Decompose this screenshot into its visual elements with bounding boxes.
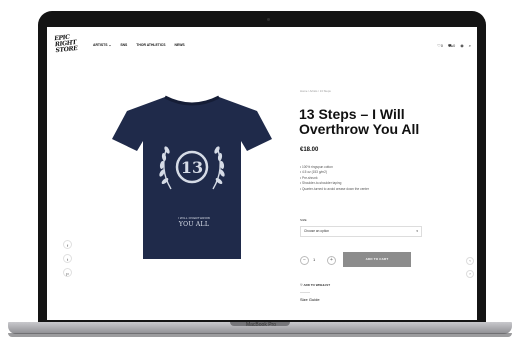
add-to-cart-button[interactable]: ADD TO CART xyxy=(343,252,411,267)
nav-item-news[interactable]: NEWS xyxy=(175,43,185,47)
site-logo[interactable]: EPIC RIGHT STORE xyxy=(54,34,80,56)
laptop-mockup: EPIC RIGHT STORE ARTISTS ⌄ SNS THOR ATHL… xyxy=(0,0,520,338)
quantity-decrement-button[interactable]: − xyxy=(300,256,309,265)
wishlist-label: ADD TO WISHLIST xyxy=(303,283,331,287)
search-icon[interactable]: ⌕ xyxy=(469,43,471,49)
camera-icon xyxy=(267,18,270,21)
size-label: SIZE xyxy=(300,218,307,222)
laptop-shadow xyxy=(8,333,512,337)
facebook-icon[interactable]: f xyxy=(63,240,72,249)
product-title: 13 Steps – I Will Overthrow You All xyxy=(299,106,420,137)
cart-icon[interactable]: ⛟0 xyxy=(448,43,455,49)
chevron-down-icon[interactable]: › xyxy=(466,270,474,278)
product-price: €18.00 xyxy=(300,147,319,153)
size-select[interactable]: Choose an option ▾ xyxy=(300,226,422,237)
size-select-value: Choose an option xyxy=(304,229,329,233)
quantity-increment-button[interactable]: + xyxy=(327,256,336,265)
account-icon[interactable]: ◉ xyxy=(460,43,464,49)
shirt-emblem-line1: I WILL OVERTHROW xyxy=(177,216,211,220)
wishlist-count: 0 xyxy=(440,43,443,48)
chevron-down-icon: ⌄ xyxy=(108,43,112,47)
shirt-emblem-line2: YOU ALL xyxy=(178,221,210,228)
product-image[interactable]: 13 I WILL OVERTHROW YOU ALL xyxy=(107,89,277,264)
twitter-icon[interactable]: t xyxy=(63,254,72,263)
quantity-value[interactable]: 1 xyxy=(313,257,315,262)
divider xyxy=(300,292,310,293)
logo-line: STORE xyxy=(55,44,78,55)
wishlist-icon[interactable]: ♡0 xyxy=(437,43,443,49)
device-label: MacBook Pro xyxy=(245,322,276,328)
cart-count: 0 xyxy=(453,43,456,48)
add-to-wishlist-link[interactable]: ♡ ADD TO WISHLIST xyxy=(300,283,330,287)
size-guide-link[interactable]: Size Guide xyxy=(300,297,320,302)
breadcrumb[interactable]: Home / Artists / 13 Steps xyxy=(300,89,331,93)
tshirt-image: 13 xyxy=(112,95,272,259)
chevron-up-icon[interactable]: ‹ xyxy=(466,257,474,265)
nav-item-thor-athletics[interactable]: THOR ATHLETICS xyxy=(136,43,165,47)
pinterest-icon[interactable]: p xyxy=(63,268,72,277)
nav-label: ARTISTS xyxy=(93,43,108,47)
nav-item-sns[interactable]: SNS xyxy=(120,43,127,47)
nav-item-artists[interactable]: ARTISTS ⌄ xyxy=(93,43,111,47)
header-icons: ♡0 ⛟0 ◉ ⌕ xyxy=(437,43,471,49)
shirt-badge: 13 xyxy=(181,158,203,177)
main-nav: ARTISTS ⌄ SNS THOR ATHLETICS NEWS xyxy=(93,43,185,47)
chevron-down-icon: ▾ xyxy=(416,229,418,233)
website-screen: EPIC RIGHT STORE ARTISTS ⌄ SNS THOR ATHL… xyxy=(47,27,477,320)
feature-list: • 100% ringspun cotton • 4.5 oz (153 g/m… xyxy=(300,165,369,192)
list-item: • Quarter-turned to avoid crease down th… xyxy=(300,186,369,191)
